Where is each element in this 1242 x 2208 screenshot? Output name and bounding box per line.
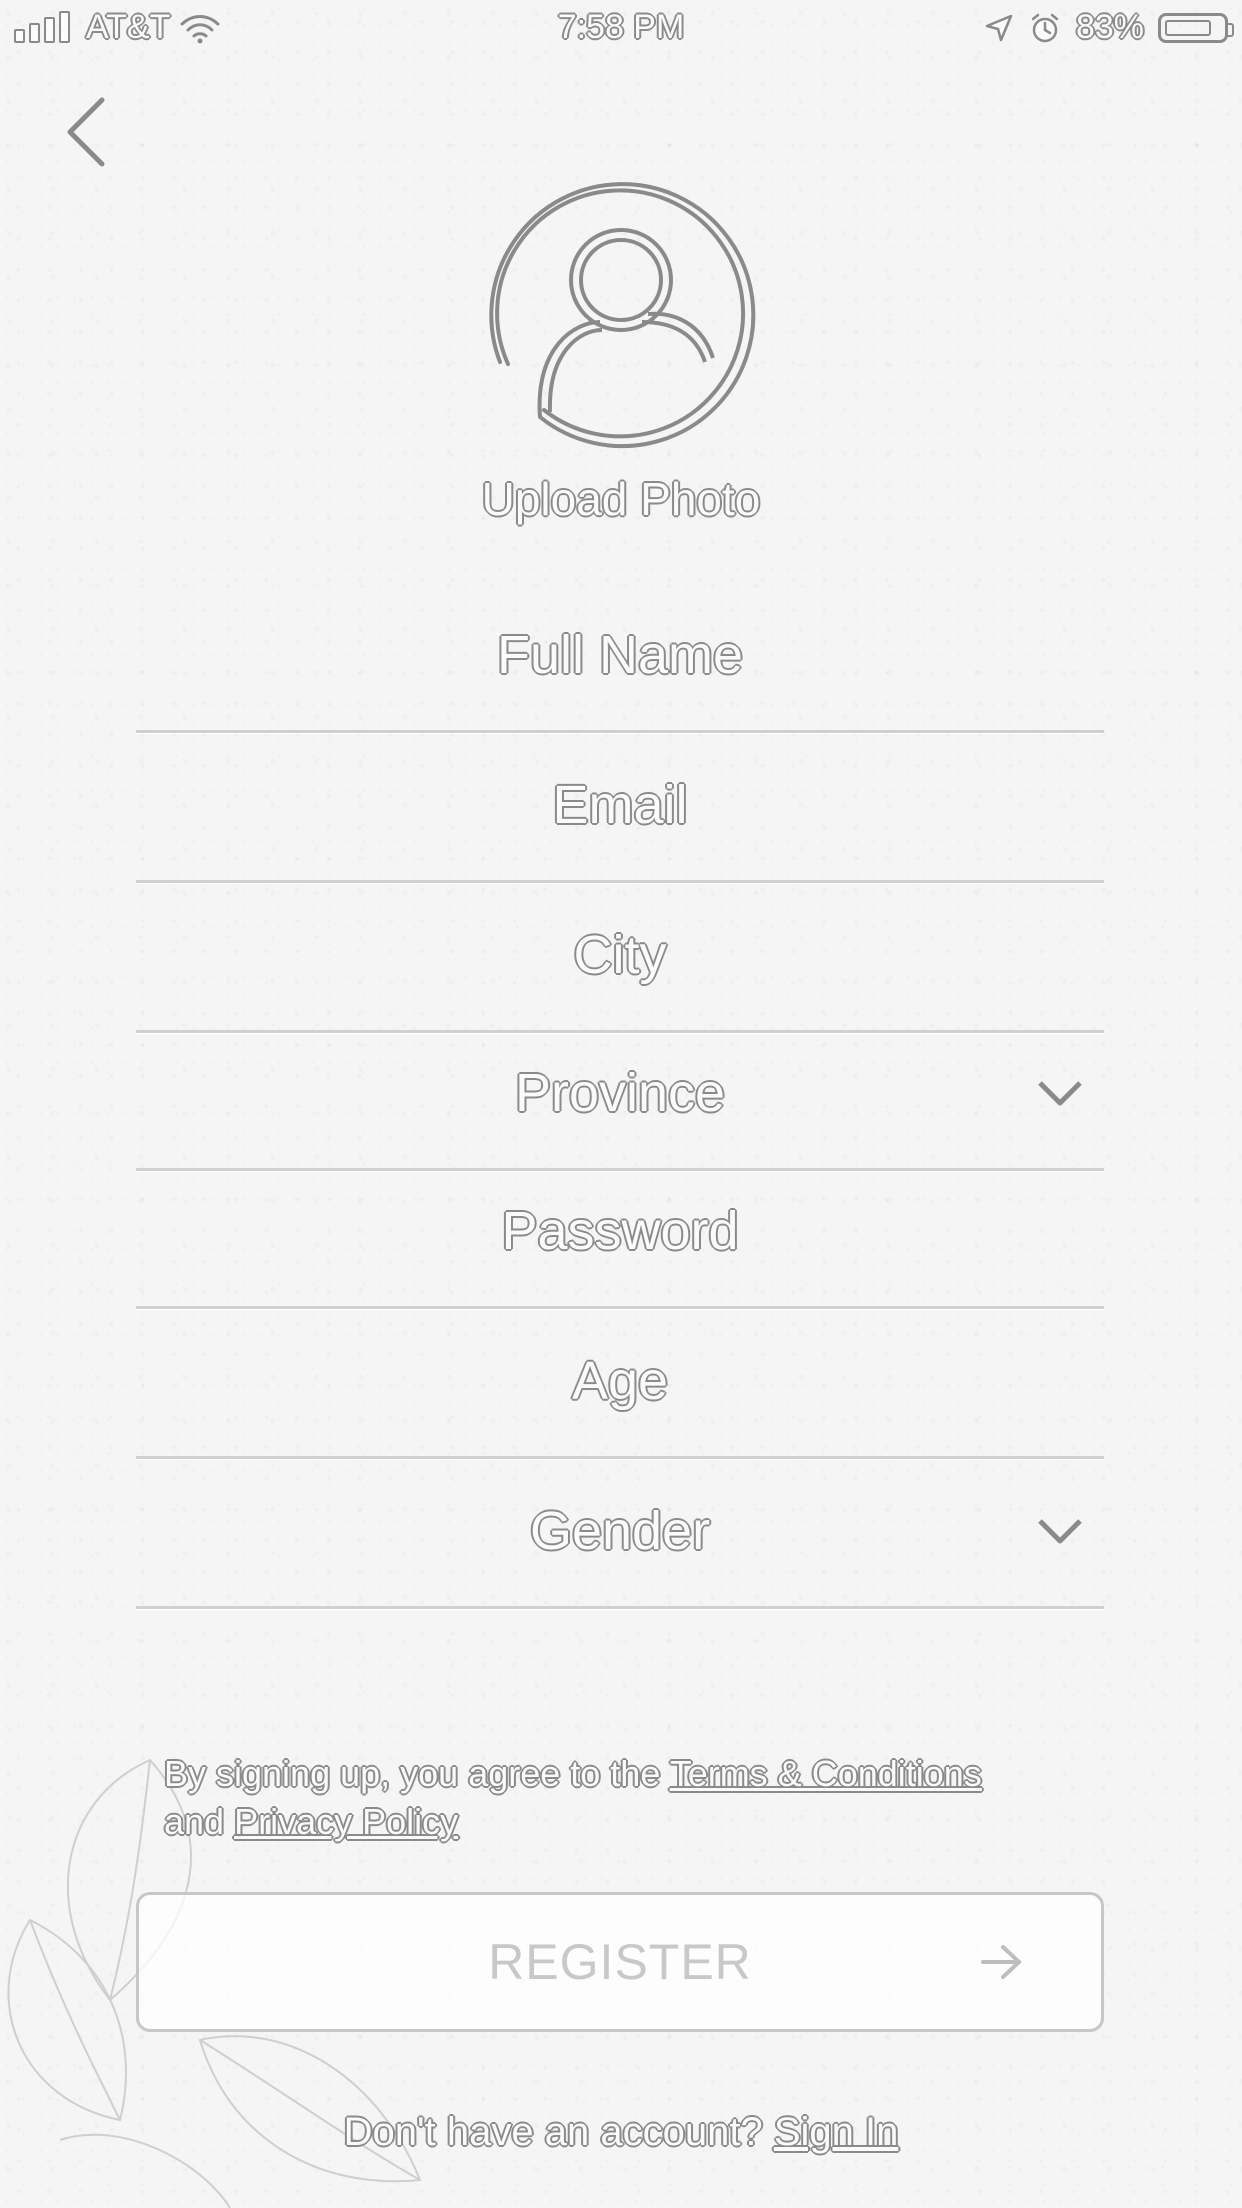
back-button[interactable] <box>56 92 116 172</box>
upload-photo-button[interactable] <box>480 172 762 454</box>
signin-prompt: Don't have an account? Sign In <box>0 2110 1242 2155</box>
alarm-clock-icon <box>1031 13 1059 42</box>
arrow-right-icon <box>981 1945 1021 1979</box>
status-time: 7:58 PM <box>557 8 685 46</box>
province-select[interactable]: Province <box>136 1018 1104 1171</box>
full-name-placeholder: Full Name <box>496 625 744 685</box>
password-field[interactable]: Password <box>136 1156 1104 1309</box>
battery-percent: 83% <box>1075 8 1144 46</box>
terms-prefix: By signing up, you agree to the <box>164 1753 670 1794</box>
email-placeholder: Email <box>552 775 688 835</box>
age-placeholder: Age <box>571 1351 669 1411</box>
terms-notice: By signing up, you agree to the Terms & … <box>164 1750 1064 1846</box>
register-label: REGISTER <box>488 1934 752 1990</box>
password-placeholder: Password <box>501 1201 739 1261</box>
full-name-field[interactable]: Full Name <box>136 580 1104 733</box>
upload-photo-label[interactable]: Upload Photo <box>0 472 1242 526</box>
city-field[interactable]: City <box>136 880 1104 1033</box>
battery-level-fill <box>1165 19 1211 36</box>
chevron-down-icon[interactable] <box>1036 1078 1084 1108</box>
status-right: 83% <box>984 8 1234 47</box>
province-placeholder: Province <box>514 1063 726 1123</box>
age-field[interactable]: Age <box>136 1306 1104 1459</box>
email-field[interactable]: Email <box>136 730 1104 883</box>
location-arrow-icon <box>985 14 1013 41</box>
city-placeholder: City <box>573 925 667 985</box>
sign-in-link[interactable]: Sign In <box>774 2110 899 2154</box>
privacy-policy-link[interactable]: Privacy Policy <box>234 1801 458 1842</box>
signin-question: Don't have an account? <box>343 2110 774 2154</box>
gender-placeholder: Gender <box>529 1501 711 1561</box>
register-screen: AT&T 7:58 PM 83% Upload Photo Full Name … <box>0 0 1242 2208</box>
terms-conditions-link[interactable]: Terms & Conditions <box>670 1753 982 1794</box>
gender-select[interactable]: Gender <box>136 1456 1104 1609</box>
user-circle-icon <box>489 182 756 449</box>
register-button[interactable]: REGISTER <box>136 1892 1104 2032</box>
status-bar: AT&T 7:58 PM 83% <box>0 0 1242 60</box>
terms-middle: and <box>164 1801 235 1842</box>
battery-icon <box>1158 12 1234 43</box>
chevron-down-icon[interactable] <box>1036 1516 1084 1546</box>
chevron-left-icon <box>67 97 105 167</box>
